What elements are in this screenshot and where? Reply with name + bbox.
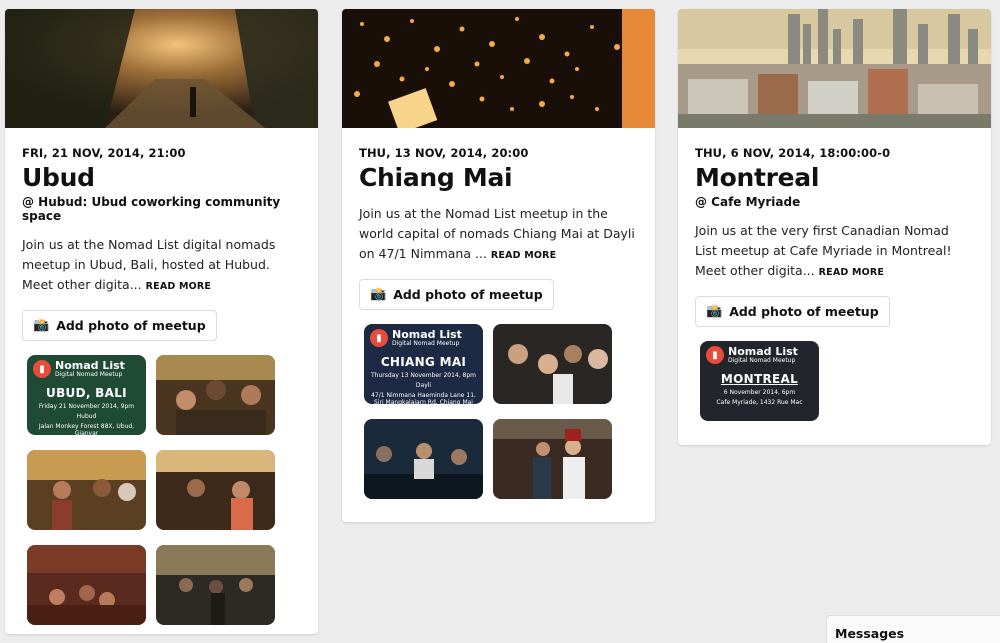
poster-brand: Nomad List (55, 359, 125, 372)
add-photo-button[interactable]: 📸 Add photo of meetup (359, 279, 554, 310)
poster-city: CHIANG MAI (380, 355, 467, 369)
event-description: Join us at the Nomad List meetup in the … (359, 204, 638, 266)
meetup-poster-thumb[interactable]: ▮ Nomad List Digital Nomad Meetup MONTRE… (700, 341, 819, 421)
cover-photo[interactable] (342, 9, 655, 128)
poster-address: Cafe Myriade, 1432 Rue Mac (716, 399, 803, 406)
meetup-photo[interactable] (493, 324, 612, 404)
meetup-poster-thumb[interactable]: ▮ Nomad List Digital Nomad Meetup CHIANG… (364, 324, 483, 404)
poster-subtitle: Digital Nomad Meetup (392, 340, 460, 347)
poster-brand: Nomad List (728, 345, 798, 358)
add-photo-button[interactable]: 📸 Add photo of meetup (22, 310, 217, 341)
photo-grid: ▮ Nomad List Digital Nomad Meetup UBUD, … (22, 355, 301, 625)
add-photo-label: Add photo of meetup (729, 304, 879, 319)
event-date: FRI, 21 NOV, 2014, 21:00 (22, 146, 186, 160)
meetup-card-ubud: FRI, 21 NOV, 2014, 21:00 Ubud @ Hubud: U… (5, 9, 318, 634)
read-more-link[interactable]: READ MORE (819, 267, 884, 278)
event-venue: @ Cafe Myriade (695, 195, 801, 209)
meetup-photo[interactable] (156, 545, 275, 625)
poster-subtitle: Digital Nomad Meetup (55, 371, 123, 378)
poster-city: MONTREAL (720, 372, 799, 386)
event-date: THU, 6 NOV, 2014, 18:00:00-0 (695, 146, 891, 160)
meetup-photo[interactable] (156, 450, 275, 530)
meetup-photo[interactable] (27, 450, 146, 530)
camera-icon: 📸 (370, 287, 387, 302)
poster-address: Jalan Monkey Forest 88X, Ubud, Gianyar (38, 423, 135, 435)
event-city[interactable]: Ubud (22, 164, 301, 192)
poster-subtitle: Digital Nomad Meetup (728, 357, 796, 364)
photo-grid: ▮ Nomad List Digital Nomad Meetup CHIANG… (359, 324, 638, 499)
poster-brand: Nomad List (392, 328, 462, 341)
meetup-card-montreal: THU, 6 NOV, 2014, 18:00:00-0 Montreal @ … (678, 9, 991, 445)
event-city[interactable]: Chiang Mai (359, 164, 638, 192)
map-pin-icon: ▮ (33, 360, 51, 378)
cover-photo[interactable] (678, 9, 991, 128)
poster-date: Friday 21 November 2014, 9pm (38, 403, 135, 410)
map-pin-icon: ▮ (706, 346, 724, 364)
add-photo-button[interactable]: 📸 Add photo of meetup (695, 296, 890, 327)
messages-label: Messages (835, 626, 905, 641)
poster-address: 47/1 Nimmana Haeminda Lane 11, Siri Mang… (371, 392, 476, 404)
meetup-poster-thumb[interactable]: ▮ Nomad List Digital Nomad Meetup UBUD, … (27, 355, 146, 435)
meetup-photo[interactable] (27, 545, 146, 625)
map-pin-icon: ▮ (370, 329, 388, 347)
event-date: THU, 13 NOV, 2014, 20:00 (359, 146, 529, 160)
poster-venue: Hubud (76, 413, 97, 420)
poster-date: Thursday 13 November 2014, 8pm (370, 372, 477, 379)
event-description: Join us at the Nomad List digital nomads… (22, 235, 301, 297)
meetup-card-chiang-mai: THU, 13 NOV, 2014, 20:00 Chiang Mai Join… (342, 9, 655, 522)
add-photo-label: Add photo of meetup (393, 287, 543, 302)
poster-venue: Dayli (415, 382, 432, 389)
meetup-photo[interactable] (493, 419, 612, 499)
meetup-photo[interactable] (364, 419, 483, 499)
cover-photo[interactable] (5, 9, 318, 128)
event-venue: @ Hubud: Ubud coworking community space (22, 195, 281, 223)
event-description: Join us at the very first Canadian Nomad… (695, 221, 974, 283)
event-city[interactable]: Montreal (695, 164, 974, 192)
camera-icon: 📸 (33, 318, 50, 333)
camera-icon: 📸 (706, 304, 723, 319)
poster-date: 6 November 2014, 6pm (723, 389, 796, 396)
messages-panel[interactable]: Messages (826, 615, 1000, 643)
poster-city: UBUD, BALI (46, 386, 127, 400)
add-photo-label: Add photo of meetup (56, 318, 206, 333)
meetup-photo[interactable] (156, 355, 275, 435)
photo-grid: ▮ Nomad List Digital Nomad Meetup MONTRE… (695, 341, 974, 421)
read-more-link[interactable]: READ MORE (146, 281, 211, 292)
read-more-link[interactable]: READ MORE (491, 250, 556, 261)
